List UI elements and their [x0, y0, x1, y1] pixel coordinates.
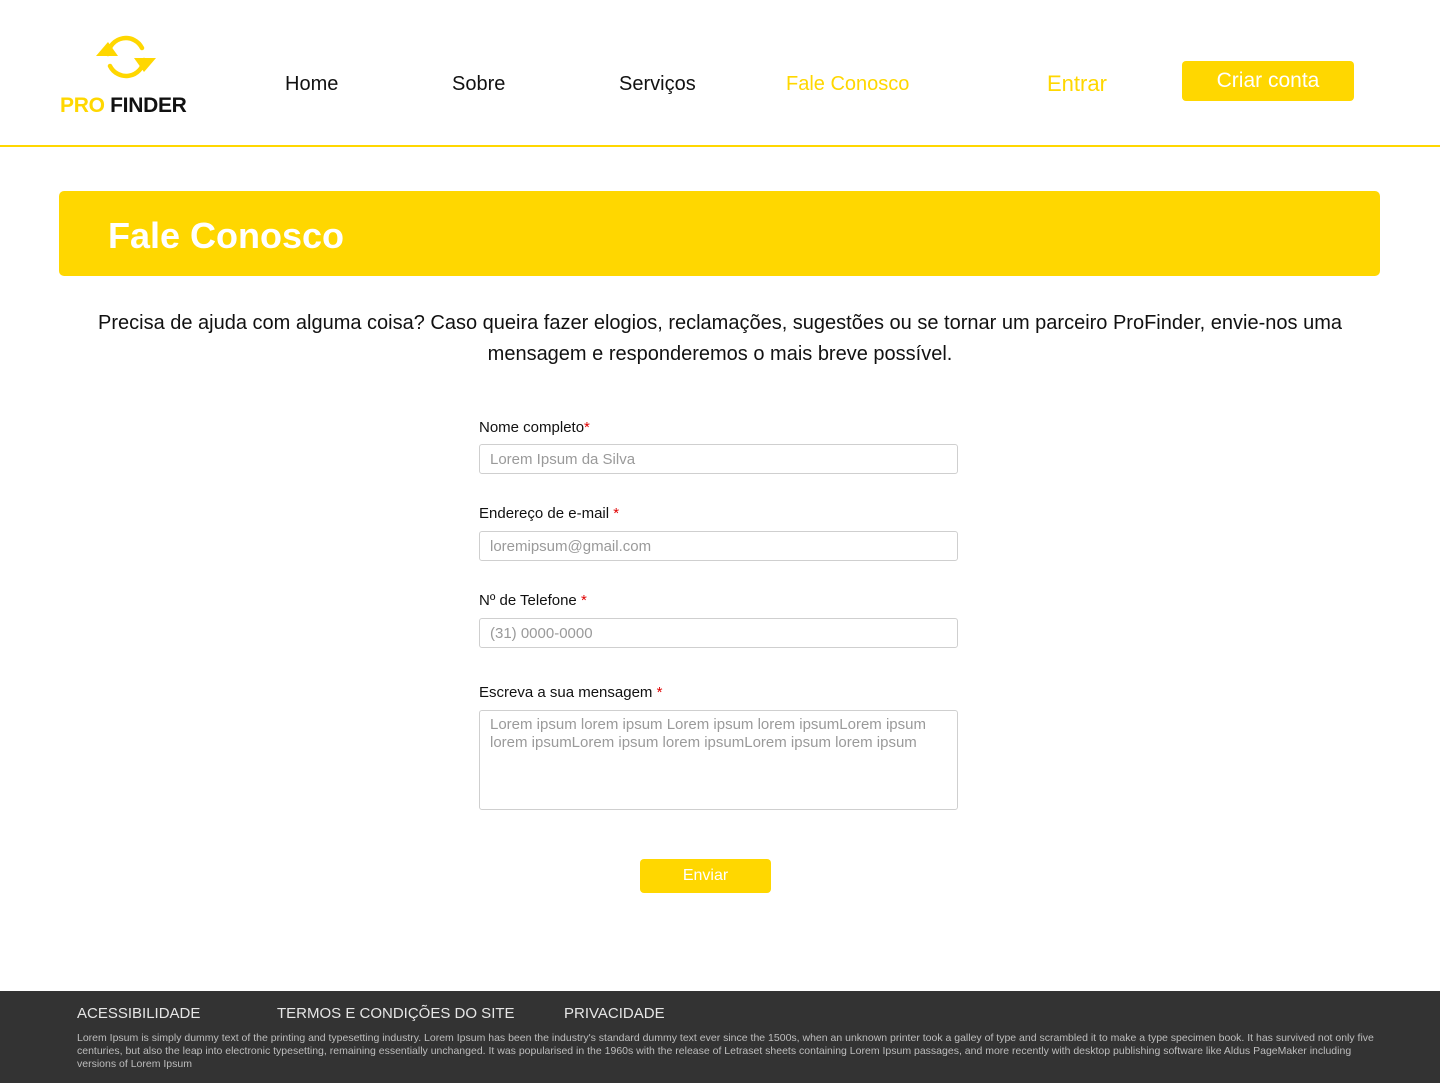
email-input[interactable]: [479, 531, 958, 561]
refresh-arrows-icon: [96, 35, 156, 79]
required-mark: *: [613, 505, 620, 522]
logo-wordmark: PRO FINDER: [60, 94, 187, 118]
message-textarea[interactable]: [479, 710, 958, 810]
logo-finder-text: FINDER: [110, 94, 187, 117]
message-label-text: Escreva a sua mensagem: [479, 684, 657, 701]
logo[interactable]: PRO FINDER: [60, 32, 200, 118]
intro-text: Precisa de ajuda com alguma coisa? Caso …: [98, 312, 1342, 365]
nav-sobre[interactable]: Sobre: [452, 73, 505, 96]
footer-link-termos[interactable]: TERMOS E CONDIÇÕES DO SITE: [277, 1005, 515, 1022]
email-label-text: Endereço de e-mail: [479, 505, 614, 522]
email-label: Endereço de e-mail *: [479, 505, 619, 522]
phone-label-text: Nº de Telefone: [479, 592, 581, 609]
site-header: PRO FINDER Home Sobre Serviços Fale Cono…: [0, 0, 1440, 147]
name-label-text: Nome completo: [479, 419, 585, 436]
footer-link-acessibilidade[interactable]: ACESSIBILIDADE: [77, 1005, 200, 1022]
required-mark: *: [584, 419, 590, 436]
message-label: Escreva a sua mensagem *: [479, 684, 662, 701]
nav-servicos[interactable]: Serviços: [619, 73, 696, 96]
submit-button[interactable]: Enviar: [640, 859, 771, 893]
phone-input[interactable]: [479, 618, 958, 648]
required-mark: *: [656, 684, 663, 701]
nav-fale-conosco[interactable]: Fale Conosco: [786, 73, 909, 96]
footer-text: Lorem Ipsum is simply dummy text of the …: [77, 1032, 1374, 1070]
site-footer: ACESSIBILIDADE TERMOS E CONDIÇÕES DO SIT…: [0, 991, 1440, 1083]
page-banner: Fale Conosco: [59, 191, 1380, 276]
nav-home[interactable]: Home: [285, 73, 338, 96]
name-input[interactable]: [479, 444, 958, 474]
footer-link-privacidade[interactable]: PRIVACIDADE: [564, 1005, 665, 1022]
required-mark: *: [580, 592, 587, 609]
name-label: Nome completo*: [479, 419, 590, 436]
page-title: Fale Conosco: [108, 215, 345, 256]
logo-pro-text: PRO: [60, 94, 105, 117]
login-link[interactable]: Entrar: [1047, 71, 1107, 97]
phone-label: Nº de Telefone *: [479, 592, 587, 609]
signup-button[interactable]: Criar conta: [1182, 61, 1354, 101]
